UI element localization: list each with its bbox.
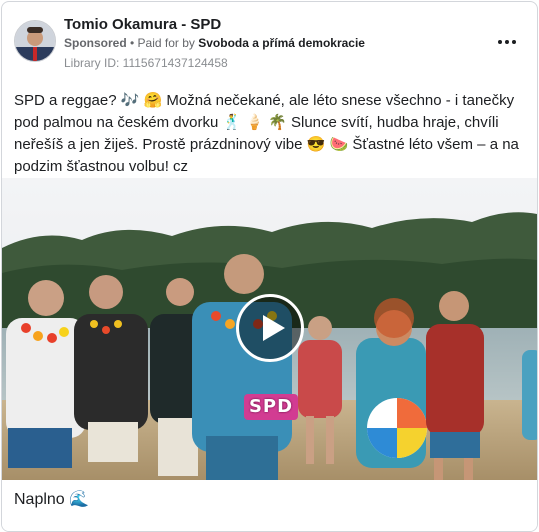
separator: • <box>126 36 138 50</box>
video-thumbnail[interactable]: SPD <box>2 178 537 480</box>
video-overlay-logo: SPD <box>244 394 298 420</box>
paid-for-prefix: Paid for by <box>137 36 199 50</box>
payer-link[interactable]: Svoboda a přímá demokracie <box>198 36 365 50</box>
library-id: Library ID: 1115671437124458 <box>64 56 228 70</box>
sponsored-line: Sponsored • Paid for by Svoboda a přímá … <box>64 36 365 50</box>
ad-footer: Naplno 🌊 <box>2 480 537 531</box>
more-options-button[interactable] <box>495 32 519 52</box>
cta-label[interactable]: Naplno 🌊 <box>14 489 89 509</box>
ad-header: Tomio Okamura - SPD Sponsored • Paid for… <box>2 2 537 82</box>
page-name[interactable]: Tomio Okamura - SPD <box>64 16 221 33</box>
avatar[interactable] <box>14 20 56 62</box>
sponsored-label: Sponsored <box>64 36 127 50</box>
more-horizontal-icon <box>498 40 502 44</box>
play-button[interactable] <box>236 294 304 362</box>
ad-body-text: SPD a reggae? 🎶 🤗 Možná nečekané, ale lé… <box>14 92 519 175</box>
play-icon <box>263 315 285 341</box>
ad-card: Tomio Okamura - SPD Sponsored • Paid for… <box>1 1 538 532</box>
